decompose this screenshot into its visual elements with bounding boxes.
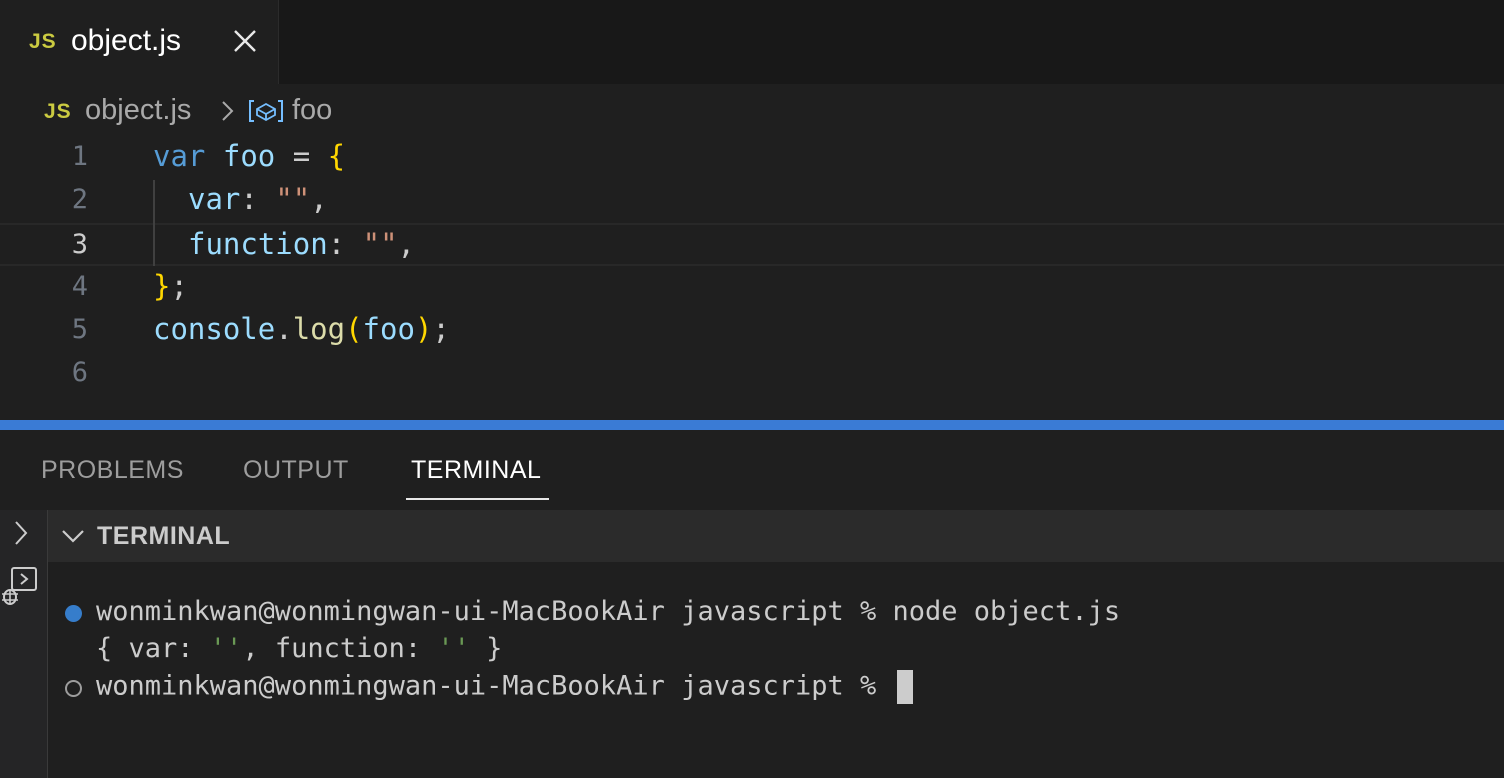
chevron-down-icon[interactable]	[60, 527, 86, 545]
indent-guide	[153, 180, 155, 266]
bottom-panel: PROBLEMS OUTPUT TERMINAL TERMINAL wonmin…	[0, 430, 1504, 778]
active-tab-indicator	[406, 498, 549, 500]
terminal-line: wonminkwan@wonmingwan-ui-MacBookAir java…	[96, 596, 1121, 627]
terminal-output[interactable]: wonminkwan@wonmingwan-ui-MacBookAir java…	[48, 562, 1504, 778]
variable-icon	[249, 100, 283, 122]
command-pending-icon[interactable]	[65, 680, 82, 697]
breadcrumb-symbol[interactable]: foo	[292, 94, 332, 127]
chevron-right-icon	[222, 101, 234, 121]
line-number: 3	[71, 229, 88, 260]
line-number: 1	[71, 141, 88, 172]
breadcrumb-file[interactable]: object.js	[85, 94, 191, 127]
terminal-cursor	[896, 670, 913, 704]
line-number: 4	[71, 271, 88, 302]
command-success-icon[interactable]	[65, 605, 82, 622]
panel-resize-sash[interactable]	[0, 420, 1504, 430]
code-editor[interactable]: 1 var foo = { 2 var: "", 3 function: "",…	[0, 137, 1504, 420]
code-line: 6	[0, 353, 1504, 396]
tab-output[interactable]: OUTPUT	[243, 456, 349, 485]
tab-label: object.js	[71, 24, 182, 57]
breadcrumb: JS object.js foo	[0, 88, 1504, 134]
terminal-sidebar	[0, 510, 48, 778]
code-text: console.log(foo);	[153, 312, 450, 346]
line-number: 2	[71, 184, 88, 215]
line-number: 5	[71, 314, 88, 345]
section-title: TERMINAL	[97, 522, 231, 550]
code-text: var foo = {	[153, 139, 346, 173]
javascript-file-icon: JS	[29, 30, 57, 53]
close-icon[interactable]	[228, 24, 262, 58]
debug-console-icon[interactable]	[0, 566, 40, 606]
terminal-output-line: { var: '', function: '' }	[96, 633, 503, 664]
code-text: var: "",	[188, 182, 328, 216]
tab-terminal[interactable]: TERMINAL	[411, 456, 541, 485]
terminal-prompt-line: wonminkwan@wonmingwan-ui-MacBookAir java…	[96, 670, 913, 704]
terminal-section-header[interactable]: TERMINAL	[48, 510, 1504, 562]
code-line-current: 3 function: "",	[0, 223, 1504, 266]
code-line: 2 var: "",	[0, 180, 1504, 223]
code-line: 1 var foo = {	[0, 137, 1504, 180]
code-text: function: "",	[188, 227, 415, 261]
code-text: };	[153, 269, 188, 303]
tab-object-js[interactable]: JS object.js	[0, 0, 279, 84]
code-line: 4 };	[0, 267, 1504, 310]
line-number: 6	[71, 357, 88, 388]
chevron-right-icon[interactable]	[10, 518, 32, 548]
tab-problems[interactable]: PROBLEMS	[41, 456, 184, 485]
code-line: 5 console.log(foo);	[0, 310, 1504, 353]
editor-tab-bar: JS object.js	[0, 0, 1504, 84]
javascript-file-icon: JS	[44, 100, 72, 123]
